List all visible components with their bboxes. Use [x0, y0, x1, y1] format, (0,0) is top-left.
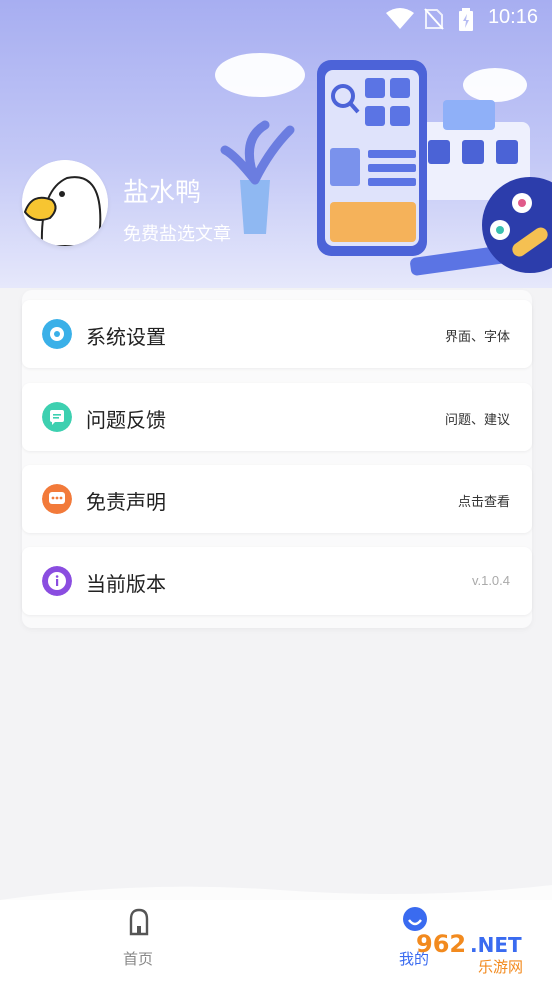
- menu-hint: 界面、字体: [444, 330, 510, 345]
- menu-hint: 问题、建议: [444, 413, 510, 428]
- version-number: v.1.0.4: [471, 573, 510, 588]
- watermark-logo: 962 .NET 乐游网: [406, 930, 546, 976]
- menu-item-system-settings[interactable]: 系统设置 界面、字体: [22, 300, 532, 368]
- status-time: 10:16: [487, 6, 538, 28]
- no-sim-icon: [424, 8, 444, 30]
- gear-icon: [42, 319, 72, 349]
- tab-home[interactable]: 首页: [78, 900, 198, 981]
- avatar[interactable]: [22, 160, 108, 246]
- info-icon: [42, 566, 72, 596]
- menu-label: 免责声明: [86, 490, 166, 514]
- svg-text:乐游网: 乐游网: [478, 958, 523, 976]
- home-icon: [129, 908, 149, 936]
- profile-header: 10:16 盐水鸭 免费盐选文章: [0, 0, 552, 288]
- menu-hint: 点击查看: [457, 495, 510, 510]
- svg-text:962: 962: [416, 930, 466, 958]
- menu-label: 当前版本: [86, 572, 166, 596]
- menu-label: 问题反馈: [86, 408, 166, 432]
- menu-item-feedback[interactable]: 问题反馈 问题、建议: [22, 383, 532, 451]
- user-subtitle: 免费盐选文章: [123, 224, 231, 245]
- tab-home-label: 首页: [122, 950, 153, 968]
- menu-item-disclaimer[interactable]: 免责声明 点击查看: [22, 465, 532, 533]
- svg-text:.NET: .NET: [470, 933, 522, 957]
- menu-label: 系统设置: [86, 325, 166, 349]
- wifi-icon: [386, 8, 414, 29]
- duck-avatar-image: [22, 160, 108, 246]
- user-nickname: 盐水鸭: [123, 178, 202, 208]
- chat-icon: [42, 484, 72, 514]
- menu-item-version[interactable]: 当前版本 v.1.0.4: [22, 547, 532, 615]
- battery-icon: [459, 8, 473, 31]
- header-illustration: [215, 53, 552, 276]
- feedback-icon: [42, 402, 72, 432]
